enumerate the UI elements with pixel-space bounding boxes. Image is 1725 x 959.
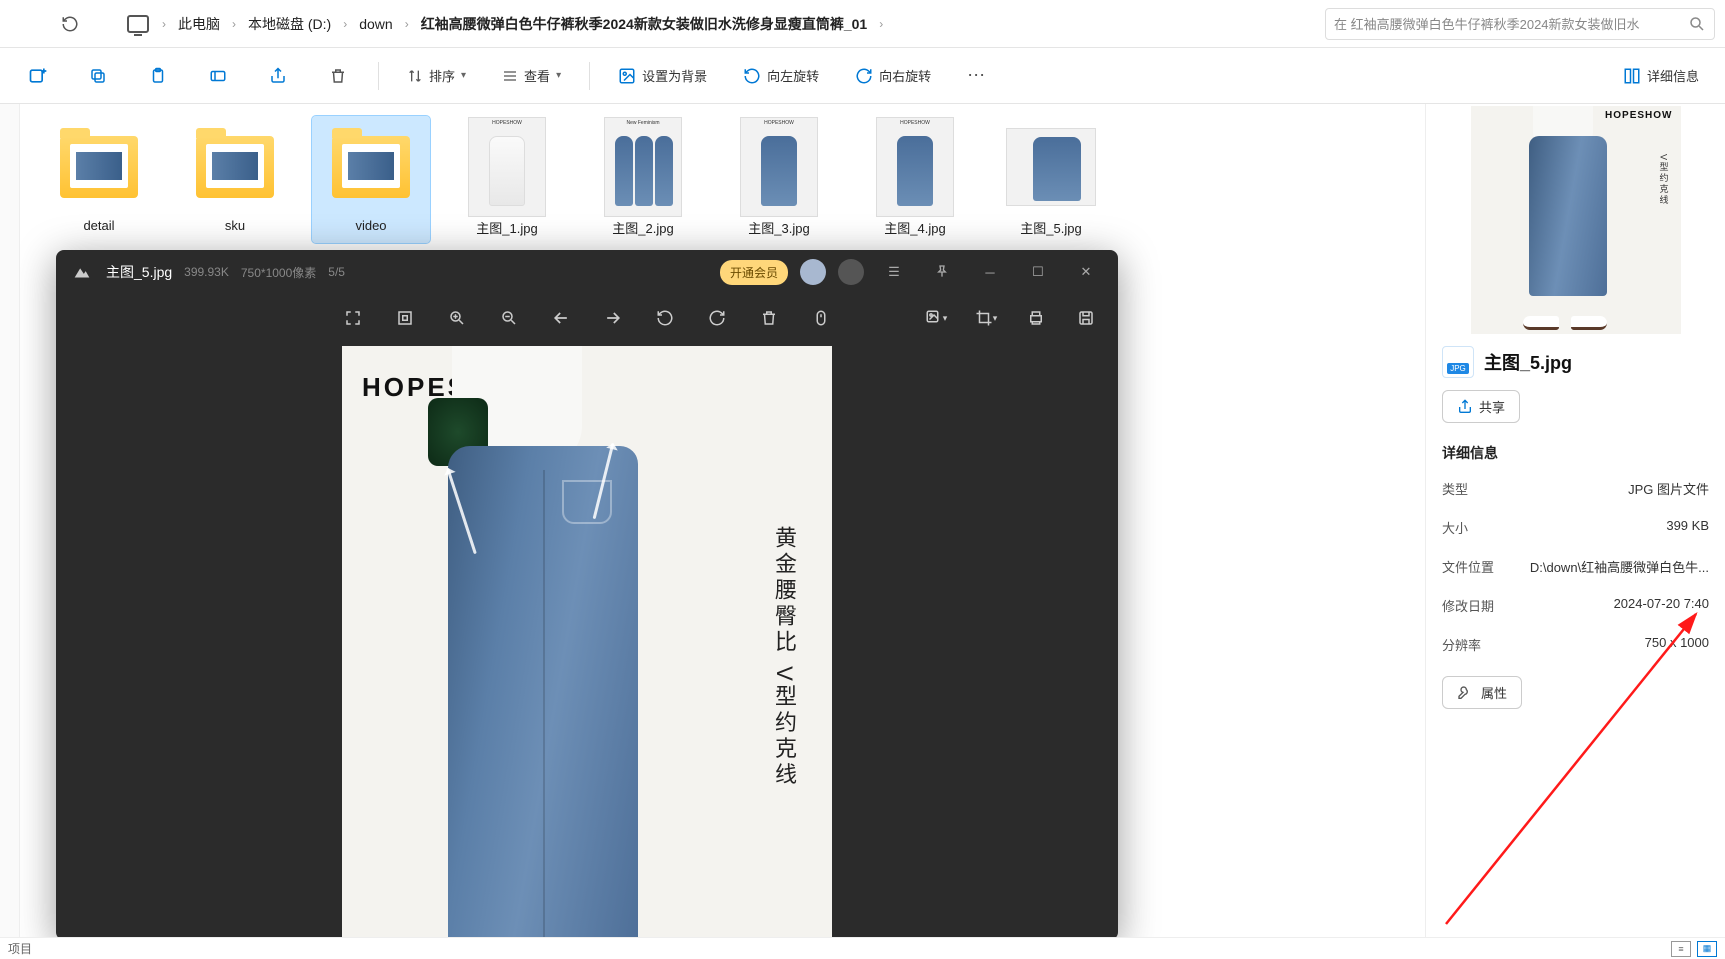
image-thumb-icon: New Feminism	[604, 117, 682, 217]
share-button[interactable]: 共享	[1442, 390, 1520, 423]
search-icon	[1688, 15, 1706, 33]
rotate-cw-icon[interactable]	[703, 304, 731, 332]
crop-icon[interactable]: ▾	[972, 304, 1000, 332]
left-rail	[0, 104, 20, 937]
search-input[interactable]: 在 红袖高腰微弹白色牛仔裤秋季2024新款女装做旧水	[1325, 8, 1715, 40]
fit-icon[interactable]	[391, 304, 419, 332]
address-bar: › 此电脑 › 本地磁盘 (D:) › down › 红袖高腰微弹白色牛仔裤秋季…	[0, 0, 1725, 48]
viewer-index: 5/5	[328, 265, 345, 279]
image-thumb-icon	[1006, 128, 1096, 206]
view-grid-icon[interactable]: ▦	[1697, 941, 1717, 957]
file-grid-area: detail sku video HOPESHOW 主图_1.jpg New F…	[20, 104, 1425, 937]
image-viewer-window: 主图_5.jpg 399.93K 750*1000像素 5/5 开通会员 ☰ ─…	[56, 250, 1118, 937]
details-panel: HOPESHOW V型约克线 JPG 主图_5.jpg 共享 详细信息 类型JP…	[1425, 104, 1725, 937]
next-icon[interactable]	[599, 304, 627, 332]
copy-button[interactable]	[78, 56, 118, 96]
jpg-file-icon: JPG	[1442, 346, 1474, 378]
rotate-left-button[interactable]: 向左旋转	[735, 60, 827, 91]
avatar[interactable]	[800, 259, 826, 285]
zoom-in-icon[interactable]	[443, 304, 471, 332]
crumb-folder[interactable]: 红袖高腰微弹白色牛仔裤秋季2024新款女装做旧水洗修身显瘦直筒裤_01	[413, 10, 876, 38]
rotate-ccw-icon[interactable]	[651, 304, 679, 332]
maximize-button[interactable]: ☐	[1020, 257, 1056, 287]
folder-icon	[60, 136, 138, 198]
menu-icon[interactable]: ☰	[876, 257, 912, 287]
info-date: 修改日期2024-07-20 7:40	[1442, 592, 1709, 619]
viewer-filename: 主图_5.jpg	[106, 262, 172, 282]
minimize-button[interactable]: ─	[972, 257, 1008, 287]
info-size: 大小399 KB	[1442, 514, 1709, 541]
crumb-pc[interactable]: 此电脑	[170, 10, 228, 38]
prev-icon[interactable]	[547, 304, 575, 332]
refresh-button[interactable]	[52, 6, 88, 42]
preview-thumbnail: HOPESHOW V型约克线	[1471, 106, 1681, 334]
folder-icon	[196, 136, 274, 198]
set-background-button[interactable]: 设置为背景	[610, 60, 715, 91]
edit-image-icon[interactable]: ▾	[922, 304, 950, 332]
premium-button[interactable]: 开通会员	[720, 260, 788, 285]
delete-button[interactable]	[318, 56, 358, 96]
folder-detail[interactable]: detail	[40, 116, 158, 243]
image-caption: 黄金腰臀比 V型约克线	[767, 526, 802, 789]
image-thumb-icon: HOPESHOW	[468, 117, 546, 217]
fullscreen-icon[interactable]	[339, 304, 367, 332]
chevron-right-icon: ›	[162, 17, 166, 31]
info-type: 类型JPG 图片文件	[1442, 475, 1709, 502]
viewer-filesize: 399.93K	[184, 265, 229, 279]
properties-button[interactable]: 属性	[1442, 676, 1522, 709]
theme-toggle[interactable]	[838, 259, 864, 285]
chevron-down-icon: ▾	[556, 70, 561, 81]
details-toggle-button[interactable]: 详细信息	[1615, 60, 1707, 91]
folder-video[interactable]: video	[312, 116, 430, 243]
status-bar: 项目 ≡ ▦	[0, 937, 1725, 959]
image-thumb-icon: HOPESHOW	[740, 117, 818, 217]
file-image-1[interactable]: HOPESHOW 主图_1.jpg	[448, 116, 566, 243]
view-button[interactable]: 查看▾	[494, 60, 569, 91]
monitor-icon	[120, 6, 156, 42]
toolbar: 排序▾ 查看▾ 设置为背景 向左旋转 向右旋转 ⋯ 详细信息	[0, 48, 1725, 104]
mouse-icon[interactable]	[807, 304, 835, 332]
chevron-down-icon: ▾	[461, 70, 466, 81]
zoom-out-icon[interactable]	[495, 304, 523, 332]
viewer-titlebar[interactable]: 主图_5.jpg 399.93K 750*1000像素 5/5 开通会员 ☰ ─…	[56, 250, 1118, 294]
viewer-dimensions: 750*1000像素	[241, 264, 316, 281]
viewer-toolbar: ▾ ▾	[56, 294, 1118, 342]
sort-button[interactable]: 排序▾	[399, 60, 474, 91]
folder-icon	[332, 136, 410, 198]
new-button[interactable]	[18, 56, 58, 96]
viewer-canvas[interactable]: HOPESHOW 黄金腰臀比 V型约克线	[56, 342, 1118, 937]
view-list-icon[interactable]: ≡	[1671, 941, 1691, 957]
crumb-down[interactable]: down	[351, 12, 400, 36]
file-image-2[interactable]: New Feminism 主图_2.jpg	[584, 116, 702, 243]
info-path: 文件位置D:\down\红袖高腰微弹白色牛...	[1442, 553, 1709, 580]
rotate-right-button[interactable]: 向右旋转	[847, 60, 939, 91]
status-items: 项目	[8, 940, 32, 957]
file-image-5[interactable]: 主图_5.jpg	[992, 116, 1110, 243]
save-icon[interactable]	[1072, 304, 1100, 332]
pin-icon[interactable]	[924, 257, 960, 287]
rename-button[interactable]	[198, 56, 238, 96]
details-filename: 主图_5.jpg	[1484, 349, 1572, 375]
file-image-3[interactable]: HOPESHOW 主图_3.jpg	[720, 116, 838, 243]
details-section-title: 详细信息	[1442, 443, 1709, 463]
close-button[interactable]: ✕	[1068, 257, 1104, 287]
main-image: HOPESHOW 黄金腰臀比 V型约克线	[342, 346, 832, 937]
file-image-4[interactable]: HOPESHOW 主图_4.jpg	[856, 116, 974, 243]
viewer-logo-icon	[70, 260, 94, 284]
trash-icon[interactable]	[755, 304, 783, 332]
back-button[interactable]	[10, 6, 46, 42]
more-button[interactable]: ⋯	[959, 59, 993, 92]
breadcrumb[interactable]: › 此电脑 › 本地磁盘 (D:) › down › 红袖高腰微弹白色牛仔裤秋季…	[162, 10, 1319, 38]
crumb-drive[interactable]: 本地磁盘 (D:)	[240, 10, 339, 38]
info-resolution: 分辨率750 x 1000	[1442, 631, 1709, 658]
share-button[interactable]	[258, 56, 298, 96]
print-icon[interactable]	[1022, 304, 1050, 332]
paste-button[interactable]	[138, 56, 178, 96]
image-thumb-icon: HOPESHOW	[876, 117, 954, 217]
folder-sku[interactable]: sku	[176, 116, 294, 243]
